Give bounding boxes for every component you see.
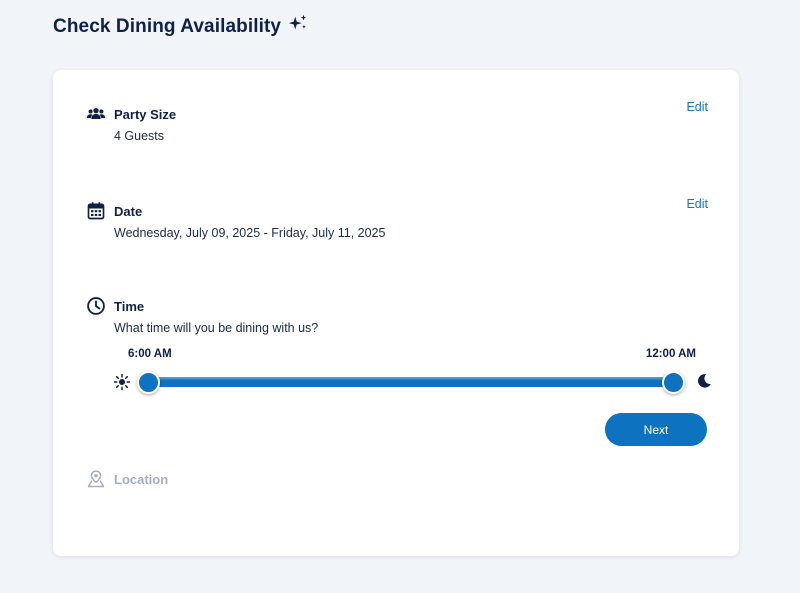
page-header: Check Dining Availability — [53, 14, 309, 38]
moon-icon — [698, 374, 711, 388]
location-section: Location — [86, 469, 708, 489]
time-range-slider[interactable] — [113, 370, 713, 394]
party-size-title: Party Size — [114, 106, 177, 122]
time-prompt: What time will you be dining with us? — [114, 321, 319, 335]
time-range-labels: 6:00 AM 12:00 AM — [128, 348, 696, 360]
sparkle-icon — [288, 14, 307, 30]
slider-end-handle[interactable] — [662, 371, 685, 394]
date-value: Wednesday, July 09, 2025 - Friday, July … — [114, 226, 386, 240]
map-pin-icon — [87, 470, 105, 488]
page-title: Check Dining Availability — [53, 16, 282, 37]
edit-party-size-link[interactable]: Edit — [686, 100, 708, 114]
group-icon — [86, 108, 106, 119]
slider-start-handle[interactable] — [137, 371, 160, 394]
next-button[interactable]: Next — [605, 413, 707, 446]
time-section: Time What time will you be dining with u… — [86, 296, 708, 335]
calendar-icon — [87, 202, 105, 220]
edit-date-link[interactable]: Edit — [686, 197, 708, 211]
date-section: Date Wednesday, July 09, 2025 - Friday, … — [86, 197, 708, 240]
date-title: Date — [114, 203, 143, 219]
sun-icon — [113, 373, 131, 391]
clock-icon — [87, 297, 105, 315]
time-start-label: 6:00 AM — [128, 348, 172, 360]
slider-track[interactable] — [148, 377, 674, 387]
time-title: Time — [114, 298, 145, 314]
party-size-section: Party Size 4 Guests Edit — [86, 100, 708, 143]
location-title: Location — [114, 471, 169, 487]
time-end-label: 12:00 AM — [645, 348, 696, 360]
availability-card: Party Size 4 Guests Edit Date Wednesday,… — [53, 70, 739, 556]
party-size-value: 4 Guests — [114, 129, 165, 143]
